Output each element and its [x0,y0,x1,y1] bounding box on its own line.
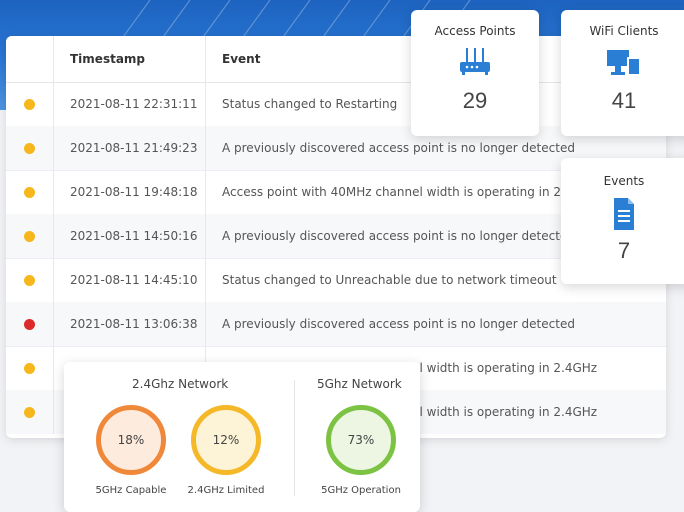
events-label: Events [603,174,645,188]
events-count: 7 [617,238,631,263]
column-header-event[interactable]: Event [206,52,260,66]
access-points-count: 29 [462,88,488,113]
gauge-label: 2.4GHz Limited [187,485,265,496]
row-event: Status changed to Unreachable due to net… [222,273,557,287]
status-warning-icon [24,98,35,110]
status-warning-icon [24,362,35,374]
row-event: Access point with 40MHz channel width is… [222,185,598,199]
document-icon [561,196,684,230]
access-points-label: Access Points [434,24,516,38]
gauge-label: 5GHz Operation [321,485,401,496]
row-event: A previously discovered access point is … [222,141,575,155]
router-icon [411,46,539,80]
access-points-card[interactable]: Access Points 29 [411,10,539,136]
network-summary-card: 2.4Ghz Network 5Ghz Network 18% 12% 73% … [64,362,420,512]
status-warning-icon [24,274,35,286]
row-timestamp: 2021-08-11 21:49:23 [54,126,206,170]
gauge-24ghz-limited[interactable]: 12% [191,405,261,475]
row-event: A previously discovered access point is … [222,317,575,331]
devices-icon [561,46,684,80]
row-timestamp: 2021-08-11 22:31:11 [54,82,206,126]
status-warning-icon [24,406,35,418]
network-divider [294,380,295,496]
status-warning-icon [24,142,35,154]
status-warning-icon [24,186,35,198]
wifi-clients-card[interactable]: WiFi Clients 41 [561,10,684,136]
column-header-timestamp[interactable]: Timestamp [54,36,206,82]
row-timestamp: 2021-08-11 14:50:16 [54,214,206,258]
row-event: A previously discovered access point is … [222,229,575,243]
ghz24-network-title: 2.4Ghz Network [132,377,229,391]
events-card[interactable]: Events 7 [561,158,684,284]
status-error-icon [24,318,35,330]
ghz5-network-title: 5Ghz Network [317,377,402,391]
gauge-5ghz-capable[interactable]: 18% [96,405,166,475]
wifi-clients-label: WiFi Clients [589,24,659,38]
gauge-5ghz-operation[interactable]: 73% [326,405,396,475]
wifi-clients-count: 41 [611,88,637,113]
row-timestamp: 2021-08-11 13:06:38 [54,302,206,346]
row-timestamp: 2021-08-11 19:48:18 [54,170,206,214]
table-row[interactable]: 2021-08-11 13:06:38 A previously discove… [6,302,666,347]
status-warning-icon [24,230,35,242]
row-timestamp: 2021-08-11 14:45:10 [54,258,206,302]
gauge-label: 5GHz Capable [95,485,167,496]
row-event: Status changed to Restarting [222,97,398,111]
